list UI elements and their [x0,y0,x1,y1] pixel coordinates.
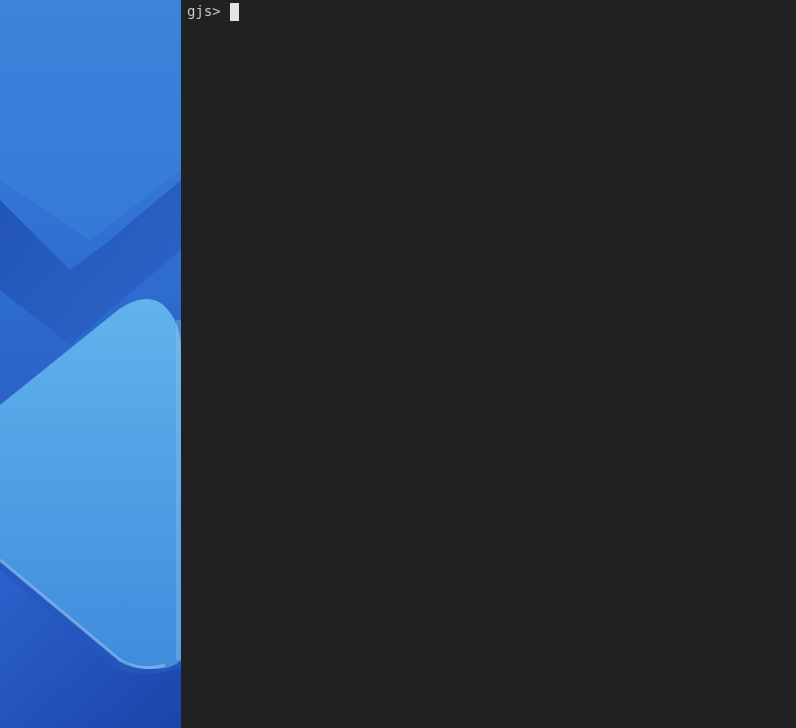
terminal-window[interactable]: gjs> [181,0,796,728]
prompt-line[interactable]: gjs> [187,3,239,21]
text-cursor [229,3,239,21]
wallpaper-art [0,0,181,728]
desktop-wallpaper [0,0,181,728]
prompt-text: gjs> [187,4,221,20]
